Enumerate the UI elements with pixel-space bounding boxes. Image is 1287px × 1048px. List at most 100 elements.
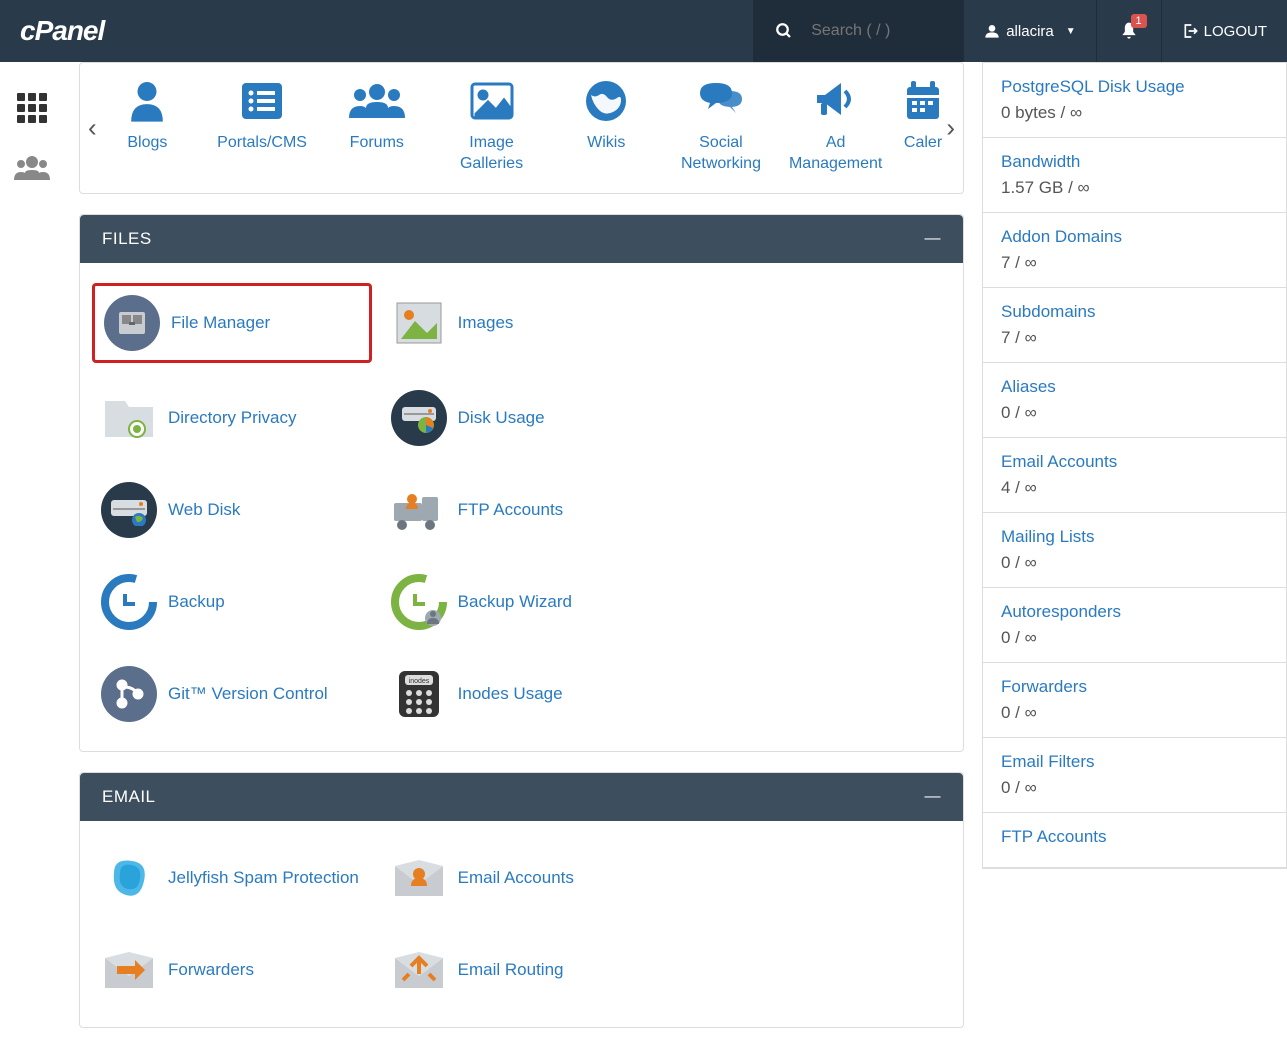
dirprivacy-icon: [100, 389, 158, 447]
logout-button[interactable]: LOGOUT: [1161, 0, 1287, 62]
bullhorn-icon: [784, 77, 887, 125]
stat-value: 0 / ∞: [1001, 778, 1268, 798]
username: allacira: [1006, 23, 1054, 40]
image-icon: [440, 77, 543, 125]
stat-label: PostgreSQL Disk Usage: [1001, 77, 1268, 97]
forwarders[interactable]: Forwarders: [92, 933, 372, 1007]
caret-down-icon: ▼: [1066, 26, 1076, 37]
backup-icon: [100, 573, 158, 631]
stat-item[interactable]: Mailing Lists 0 / ∞: [983, 513, 1286, 588]
apps-prev[interactable]: ‹: [88, 112, 97, 143]
app-ad-management[interactable]: Ad Management: [778, 77, 893, 175]
app-image-galleries[interactable]: Image Galleries: [434, 77, 549, 175]
stat-value: 0 bytes / ∞: [1001, 103, 1268, 123]
notif-badge: 1: [1131, 14, 1147, 28]
search-icon: [775, 22, 793, 40]
stat-item[interactable]: Email Filters0 / ∞: [983, 738, 1286, 813]
top-header: cPanel allacira ▼ 1 LOGOUT: [0, 0, 1287, 62]
email-header[interactable]: EMAIL —: [80, 773, 963, 821]
globe-icon: [555, 77, 658, 125]
stat-value: 4 / ∞: [1001, 478, 1268, 498]
stat-label: Email Accounts: [1001, 452, 1268, 472]
user-menu[interactable]: allacira ▼: [963, 0, 1095, 62]
images-icon: [390, 294, 448, 352]
filemanager-icon: [103, 294, 161, 352]
stat-item[interactable]: Subdomains 7 / ∞: [983, 288, 1286, 363]
app-calendar[interactable]: Caler: [893, 77, 953, 154]
nav-users[interactable]: [12, 148, 52, 188]
stat-label: Mailing Lists: [1001, 527, 1268, 547]
ftp-accounts[interactable]: FTP Accounts: [382, 473, 662, 547]
stat-value: 0 / ∞: [1001, 403, 1268, 423]
backupwizard-icon: [390, 573, 448, 631]
logo[interactable]: cPanel: [0, 15, 124, 47]
stat-label: Subdomains: [1001, 302, 1268, 322]
logout-icon: [1182, 23, 1198, 39]
stat-value: 7 / ∞: [1001, 253, 1268, 273]
emailaccounts-icon: [390, 849, 448, 907]
stat-label: FTP Accounts: [1001, 827, 1268, 847]
stat-value: 7 / ∞: [1001, 328, 1268, 348]
file-manager[interactable]: File Manager: [92, 283, 372, 363]
email-routing[interactable]: Email Routing: [382, 933, 662, 1007]
stat-item[interactable]: Autoresponders0 / ∞: [983, 588, 1286, 663]
jellyfish-spam[interactable]: Jellyfish Spam Protection: [92, 841, 372, 915]
stat-item[interactable]: PostgreSQL Disk Usage 0 bytes / ∞: [983, 63, 1286, 138]
stat-label: Forwarders: [1001, 677, 1268, 697]
users-icon: [14, 154, 50, 182]
search-box[interactable]: [753, 0, 963, 62]
calendar-icon: [899, 77, 947, 125]
forwarders-icon: [100, 941, 158, 999]
app-forums[interactable]: Forums: [319, 77, 434, 154]
logout-label: LOGOUT: [1204, 23, 1267, 40]
files-title: FILES: [102, 229, 152, 249]
user-icon: [96, 77, 199, 125]
stat-label: Aliases: [1001, 377, 1268, 397]
stat-value: 0 / ∞: [1001, 553, 1268, 573]
user-icon: [984, 23, 1000, 39]
stat-value: 1.57 GB / ∞: [1001, 178, 1268, 198]
email-accounts[interactable]: Email Accounts: [382, 841, 662, 915]
collapse-icon[interactable]: —: [925, 230, 942, 248]
collapse-icon[interactable]: —: [925, 788, 942, 806]
app-blogs[interactable]: Blogs: [90, 77, 205, 154]
app-social[interactable]: Social Networking: [664, 77, 779, 175]
stat-label: Autoresponders: [1001, 602, 1268, 622]
stat-value: 0 / ∞: [1001, 703, 1268, 723]
left-nav: [0, 62, 63, 1048]
inodes-usage[interactable]: inodes Inodes Usage: [382, 657, 662, 731]
web-disk[interactable]: Web Disk: [92, 473, 372, 547]
users-icon: [325, 77, 428, 125]
app-portals[interactable]: Portals/CMS: [205, 77, 320, 154]
email-section: EMAIL — Jellyfish Spam Protection Email …: [79, 772, 964, 1028]
stats-sidebar: PostgreSQL Disk Usage 0 bytes / ∞ Bandwidt…: [982, 62, 1287, 1048]
svg-text:inodes: inodes: [408, 678, 429, 685]
stat-item[interactable]: Email Accounts 4 / ∞: [983, 438, 1286, 513]
git-version-control[interactable]: Git™ Version Control: [92, 657, 372, 731]
webdisk-icon: [100, 481, 158, 539]
search-input[interactable]: [811, 22, 941, 40]
notifications[interactable]: 1: [1096, 0, 1161, 62]
backup[interactable]: Backup: [92, 565, 372, 639]
comments-icon: [670, 77, 773, 125]
inodes-icon: inodes: [390, 665, 448, 723]
stat-item[interactable]: Forwarders 0 / ∞: [983, 663, 1286, 738]
jellyfish-icon: [100, 849, 158, 907]
stat-item[interactable]: Bandwidth1.57 GB / ∞: [983, 138, 1286, 213]
directory-privacy[interactable]: Directory Privacy: [92, 381, 372, 455]
app-wikis[interactable]: Wikis: [549, 77, 664, 154]
stat-label: Addon Domains: [1001, 227, 1268, 247]
stat-item[interactable]: Aliases 0 / ∞: [983, 363, 1286, 438]
stat-item[interactable]: Addon Domains 7 / ∞: [983, 213, 1286, 288]
files-section: FILES — File Manager Images Dir: [79, 214, 964, 752]
backup-wizard[interactable]: Backup Wizard: [382, 565, 662, 639]
apps-next[interactable]: ›: [946, 112, 955, 143]
stat-item[interactable]: FTP Accounts: [983, 813, 1286, 868]
files-header[interactable]: FILES —: [80, 215, 963, 263]
list-icon: [211, 77, 314, 125]
nav-home[interactable]: [12, 88, 52, 128]
git-icon: [100, 665, 158, 723]
routing-icon: [390, 941, 448, 999]
disk-usage[interactable]: Disk Usage: [382, 381, 662, 455]
images[interactable]: Images: [382, 283, 662, 363]
